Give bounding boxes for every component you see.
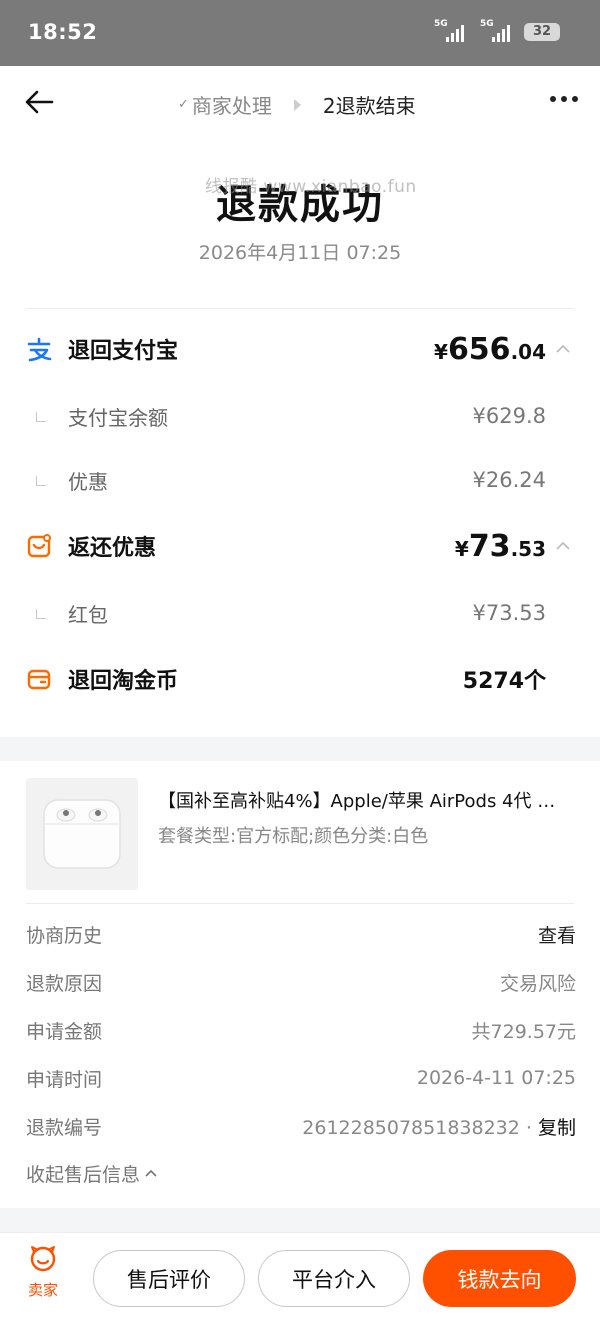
discount-refund-row[interactable]: 返还优惠 ¥73.53 — [0, 526, 600, 566]
discount-label: 返还优惠 — [68, 536, 157, 561]
red-packet-row: 红包 ¥73.53 — [0, 593, 600, 633]
copy-button[interactable]: 复制 — [538, 1117, 576, 1139]
divider — [26, 903, 574, 904]
dot-icon — [572, 96, 578, 102]
signal-icon: 5G — [434, 19, 464, 42]
discount-amount: ¥73.53 — [454, 528, 546, 564]
status-bar: 18:52 5G 5G 32 — [0, 0, 600, 66]
sub-item-mark — [36, 476, 46, 486]
signal-icon: 5G — [480, 19, 510, 42]
step-refund-end: 2退款结束 — [322, 94, 416, 118]
step-merchant: ✓ 商家处理 — [178, 94, 272, 118]
view-history-link[interactable]: 查看 — [538, 921, 576, 948]
back-button[interactable] — [22, 84, 58, 120]
chevron-up-icon — [145, 1169, 157, 1177]
chevron-up-icon[interactable] — [554, 537, 572, 555]
bottom-bar: 卖家 售后评价 平台介入 钱款去向 — [0, 1232, 600, 1319]
alipay-amount: ¥656.04 — [434, 331, 546, 367]
refund-id: 261228507851838232 · — [302, 1116, 532, 1139]
coins-label: 退回淘金币 — [68, 669, 179, 694]
divider — [26, 308, 574, 309]
section-divider — [0, 1208, 600, 1232]
step-arrow-icon — [293, 98, 301, 111]
time-row: 申请时间 2026-4-11 07:25 — [26, 1067, 576, 1091]
seller-button[interactable]: 卖家 — [22, 1245, 64, 1300]
alipay-refund-row[interactable]: 退回支付宝 ¥656.04 — [0, 329, 600, 369]
chevron-up-icon[interactable] — [554, 340, 572, 358]
battery-icon: 32 — [524, 23, 560, 41]
refund-id-row: 退款编号 261228507851838232 · 复制 — [26, 1116, 576, 1139]
more-button[interactable] — [550, 96, 578, 102]
status-icons: 5G 5G 32 — [434, 19, 560, 42]
wallet-icon — [27, 669, 51, 690]
money-destination-button[interactable]: 钱款去向 — [423, 1250, 576, 1307]
section-divider — [0, 737, 600, 761]
alipay-label: 退回支付宝 — [68, 339, 179, 364]
product-title[interactable]: 【国补至高补贴4%】Apple/苹果 AirPods 4代 无线蓝牙耳机 — [158, 787, 568, 813]
status-time: 18:52 — [28, 20, 98, 44]
review-button[interactable]: 售后评价 — [93, 1250, 245, 1307]
refund-date: 2026年4月11日 07:25 — [198, 242, 402, 264]
check-icon: ✓ — [178, 97, 189, 112]
alipay-discount-row: 优惠 ¥26.24 — [0, 460, 600, 500]
amount-row: 申请金额 共729.57元 — [26, 1020, 576, 1043]
sub-item-mark — [36, 609, 46, 619]
arrow-left-icon — [25, 90, 54, 114]
product-image[interactable] — [26, 778, 138, 890]
coupon-icon — [27, 534, 51, 558]
top-nav: ✓ 商家处理 2退款结束 — [0, 66, 600, 140]
alipay-balance-row: 支付宝余额 ¥629.8 — [0, 396, 600, 436]
progress-steps: ✓ 商家处理 2退款结束 — [178, 90, 416, 119]
airpods-case-icon — [43, 799, 121, 869]
collapse-info-button[interactable]: 收起售后信息 — [26, 1160, 158, 1187]
dot-icon — [561, 96, 567, 102]
coins-amount: 5274个 — [462, 669, 546, 694]
sub-item-mark — [36, 412, 46, 422]
reason-row: 退款原因 交易风险 — [26, 972, 576, 995]
platform-intervene-button[interactable]: 平台介入 — [258, 1250, 410, 1307]
alipay-icon — [27, 337, 52, 362]
product-spec: 套餐类型:官方标配;颜色分类:白色 — [158, 826, 429, 847]
seller-chat-icon — [30, 1246, 56, 1272]
coins-refund-row: 退回淘金币 5274个 — [0, 659, 600, 699]
dot-icon — [550, 96, 556, 102]
watermark: 线报酷 www.xianbao.fun — [205, 177, 417, 197]
history-row[interactable]: 协商历史 查看 — [26, 918, 576, 950]
